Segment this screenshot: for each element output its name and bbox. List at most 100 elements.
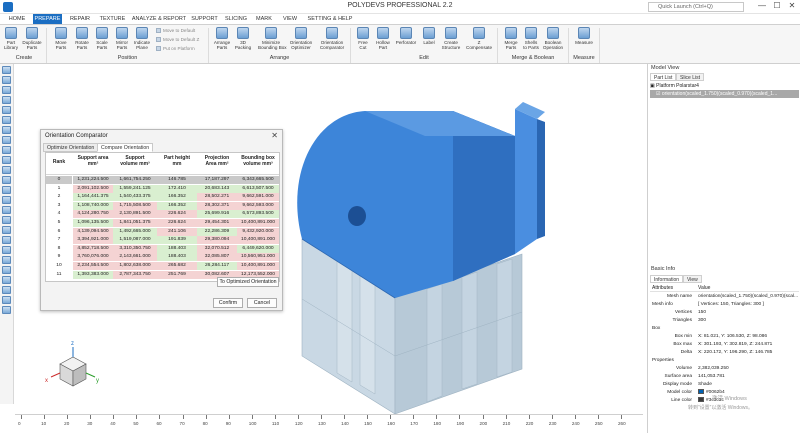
- shells-to-parts-button[interactable]: Shells to Parts: [521, 27, 541, 50]
- tab-view[interactable]: View: [683, 275, 702, 283]
- view-right-icon[interactable]: [2, 96, 11, 104]
- tab-support[interactable]: SUPPORT: [189, 14, 220, 24]
- tab-compare-orientation[interactable]: Compare Orientation: [97, 143, 154, 152]
- axis-gizmo[interactable]: z y x: [45, 341, 99, 387]
- view-front-icon[interactable]: [2, 66, 11, 74]
- label-button[interactable]: Label: [419, 27, 439, 45]
- orientation-optimizer-button[interactable]: Orientation Optimizer: [288, 27, 314, 50]
- z-compensate-button[interactable]: Z Compensate: [466, 27, 492, 50]
- color-swatch[interactable]: [698, 397, 704, 402]
- attributes-col: Attributes: [652, 285, 674, 291]
- ribbon: Part Library Duplicate Parts Move Parts …: [0, 24, 800, 64]
- tab-repair[interactable]: REPAIR: [64, 14, 96, 24]
- view-back-icon[interactable]: [2, 76, 11, 84]
- tab-information[interactable]: Information: [650, 275, 684, 283]
- table-row[interactable]: 3 1,108,740.000 1,715,508.500 166.352 28,302…: [46, 201, 279, 210]
- put-on-platform-button[interactable]: Put on Platform: [156, 46, 195, 51]
- tab-texture[interactable]: TEXTURE: [97, 14, 128, 24]
- table-row[interactable]: 6 4,139,094.500 1,492,665.000 241.106 22,286…: [46, 227, 279, 236]
- view-top-icon[interactable]: [2, 106, 11, 114]
- perforator-button[interactable]: Perforator: [394, 27, 418, 45]
- tab-setting-help[interactable]: SETTING & HELP: [304, 14, 356, 24]
- zoom-fit-icon[interactable]: [2, 136, 11, 144]
- tree-platform[interactable]: ▣ Platform Polarstar4: [650, 82, 799, 90]
- free-cut-button[interactable]: Free Cut: [353, 27, 373, 50]
- table-row[interactable]: 4 4,124,280.750 2,130,891.500 226.624 25,699…: [46, 210, 279, 219]
- mirror-parts-button[interactable]: Mirror Parts: [112, 27, 132, 50]
- close-button[interactable]: ✕: [786, 1, 798, 12]
- delete-icon[interactable]: [2, 286, 11, 294]
- table-row[interactable]: 8 4,852,718.500 3,310,350.750 188.403 32,070…: [46, 244, 279, 253]
- hollow-part-button[interactable]: Hollow Part: [373, 27, 393, 50]
- maximize-button[interactable]: ☐: [771, 1, 783, 12]
- packing-icon: [237, 27, 249, 39]
- view-bottom-icon[interactable]: [2, 116, 11, 124]
- table-row[interactable]: 7 3,394,921.000 1,519,087.000 191.839 29,380…: [46, 236, 279, 245]
- table-cell: 6,613,507.500: [242, 185, 274, 191]
- color-swatch[interactable]: [698, 389, 704, 394]
- move-to-default-button[interactable]: Move to Default: [156, 28, 195, 33]
- select-box-icon[interactable]: [2, 186, 11, 194]
- scale-icon: [96, 27, 108, 39]
- to-optimized-orientation-button[interactable]: To Optimized Orientation: [217, 277, 279, 287]
- orientation-comparator-button[interactable]: Orientation Comparator: [318, 27, 346, 50]
- move-parts-button[interactable]: Move Parts: [51, 27, 71, 50]
- minimize-bounding-box-button[interactable]: Minimize Bounding Box: [258, 27, 287, 50]
- rotate-parts-button[interactable]: Rotate Parts: [72, 27, 92, 50]
- zoom-out-icon[interactable]: [2, 156, 11, 164]
- 3d-packing-button[interactable]: 3D Packing: [233, 27, 253, 50]
- minimize-button[interactable]: —: [756, 1, 768, 12]
- tab-slice-list[interactable]: Slice List: [676, 73, 705, 81]
- quick-launch-input[interactable]: Quick Launch (Ctrl+Q): [648, 2, 744, 12]
- tab-analyze-report[interactable]: ANALYZE & REPORT: [130, 14, 188, 24]
- redo-icon[interactable]: [2, 276, 11, 284]
- right-panel: Model View Part List Slice List ▣ Platfo…: [647, 64, 800, 433]
- table-row[interactable]: 5 1,096,135.500 1,841,051.375 226.624 29,454…: [46, 219, 279, 227]
- measure-tool-icon[interactable]: [2, 256, 11, 264]
- tab-optimize-orientation[interactable]: Optimize Orientation: [43, 143, 99, 152]
- table-row[interactable]: 1 2,091,102.500 1,559,241.125 172.410 20,683…: [46, 184, 279, 193]
- tree-part-selected[interactable]: ☑ orientation(scaled_1.750)(scaled_0.970…: [650, 90, 799, 98]
- merge-parts-button[interactable]: Merge Parts: [501, 27, 521, 50]
- select-lasso-icon[interactable]: [2, 196, 11, 204]
- arrange-parts-button[interactable]: Arrange Parts: [212, 27, 232, 50]
- snapshot-icon[interactable]: [2, 246, 11, 254]
- part-library-button[interactable]: Part Library: [1, 27, 21, 50]
- indicate-plane-button[interactable]: Indicate Plane: [132, 27, 152, 50]
- menu-tabs: HOME PREPARE REPAIR TEXTURE ANALYZE & RE…: [0, 14, 800, 24]
- settings-icon[interactable]: [2, 296, 11, 304]
- dialog-close-icon[interactable]: ✕: [271, 131, 278, 140]
- ruler-label: 200: [479, 421, 488, 426]
- table-row[interactable]: 10 2,234,554.500 1,802,638.000 265.682 26,28…: [46, 262, 279, 270]
- wireframe-icon[interactable]: [2, 206, 11, 214]
- view-iso-icon[interactable]: [2, 126, 11, 134]
- tab-view[interactable]: VIEW: [278, 14, 302, 24]
- tab-slicing[interactable]: SLICING: [222, 14, 250, 24]
- transparent-icon[interactable]: [2, 226, 11, 234]
- confirm-button[interactable]: Confirm: [213, 298, 243, 308]
- shade-icon[interactable]: [2, 216, 11, 224]
- measure-button[interactable]: Measure: [572, 27, 596, 45]
- scale-parts-button[interactable]: Scale Parts: [92, 27, 112, 50]
- table-cell: 1,841,051.375: [119, 220, 151, 225]
- cancel-button[interactable]: Cancel: [247, 298, 277, 308]
- table-row[interactable]: 0 1,231,224.500 1,661,754.250 146.785 17,187…: [46, 176, 279, 184]
- table-row[interactable]: 9 3,760,076.000 2,143,661.000 188.403 32,085…: [46, 253, 279, 262]
- zoom-in-icon[interactable]: [2, 146, 11, 154]
- duplicate-parts-button[interactable]: Duplicate Parts: [22, 27, 42, 50]
- ruler-tick: [390, 415, 392, 419]
- boolean-operation-button[interactable]: Boolean Operation: [541, 27, 565, 50]
- help-icon[interactable]: [2, 306, 11, 314]
- section-icon[interactable]: [2, 236, 11, 244]
- move-to-default-z-button[interactable]: Move to Default Z: [156, 37, 199, 42]
- table-row[interactable]: 2 1,164,441.375 1,540,433.375 166.352 28,502…: [46, 193, 279, 202]
- undo-icon[interactable]: [2, 266, 11, 274]
- create-structure-button[interactable]: Create Structure: [440, 27, 462, 50]
- tab-prepare[interactable]: PREPARE: [33, 14, 62, 24]
- select-icon[interactable]: [2, 176, 11, 184]
- tab-home[interactable]: HOME: [3, 14, 31, 24]
- tab-part-list[interactable]: Part List: [650, 73, 677, 81]
- tab-mark[interactable]: MARK: [252, 14, 276, 24]
- view-left-icon[interactable]: [2, 86, 11, 94]
- pan-icon[interactable]: [2, 166, 11, 174]
